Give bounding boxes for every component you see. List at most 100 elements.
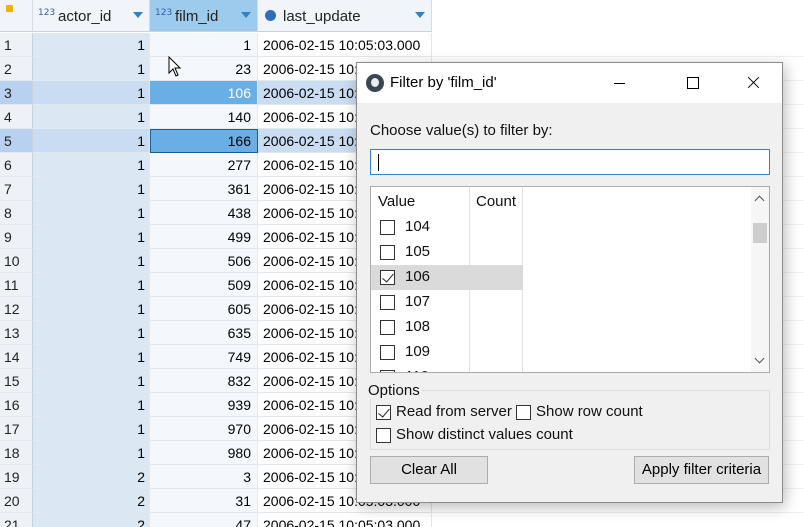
scroll-down-icon[interactable] xyxy=(754,353,765,364)
count-column-header[interactable]: Count xyxy=(476,193,516,210)
row-number[interactable]: 13 xyxy=(0,321,33,345)
checkbox-box[interactable] xyxy=(516,405,531,420)
row-number[interactable]: 21 xyxy=(0,513,33,527)
list-item[interactable]: 110 xyxy=(371,365,523,372)
cell-film-id[interactable]: 106 xyxy=(150,81,258,105)
list-item[interactable]: 107 xyxy=(371,290,523,315)
cell-last-update[interactable]: 2006-02-15 10:05:03.000 xyxy=(258,513,432,527)
cell-film-id[interactable]: 166 xyxy=(150,129,258,153)
cell-actor-id[interactable]: 1 xyxy=(33,81,150,105)
cell-film-id[interactable]: 749 xyxy=(150,345,258,369)
cell-film-id[interactable]: 31 xyxy=(150,489,258,513)
show-distinct-values-checkbox[interactable]: Show distinct values count xyxy=(376,426,596,446)
scroll-thumb[interactable] xyxy=(753,223,767,243)
maximize-button[interactable] xyxy=(671,63,717,103)
cell-actor-id[interactable]: 1 xyxy=(33,441,150,465)
cell-actor-id[interactable]: 1 xyxy=(33,225,150,249)
row-number[interactable]: 9 xyxy=(0,225,33,249)
list-item[interactable]: 105 xyxy=(371,240,523,265)
cell-film-id[interactable]: 277 xyxy=(150,153,258,177)
list-item[interactable]: 106 xyxy=(371,265,523,290)
cell-actor-id[interactable]: 2 xyxy=(33,465,150,489)
row-number[interactable]: 2 xyxy=(0,57,33,81)
list-scrollbar[interactable] xyxy=(751,187,769,372)
value-checkbox[interactable] xyxy=(380,320,395,335)
dialog-titlebar[interactable]: Filter by 'film_id' xyxy=(357,63,782,103)
cell-actor-id[interactable]: 2 xyxy=(33,489,150,513)
value-checkbox[interactable] xyxy=(380,295,395,310)
cell-actor-id[interactable]: 1 xyxy=(33,249,150,273)
read-from-server-checkbox[interactable]: Read from server xyxy=(376,403,516,423)
value-column-header[interactable]: Value xyxy=(378,193,415,210)
cell-film-id[interactable]: 3 xyxy=(150,465,258,489)
row-number[interactable]: 18 xyxy=(0,441,33,465)
cell-actor-id[interactable]: 1 xyxy=(33,57,150,81)
cell-actor-id[interactable]: 1 xyxy=(33,201,150,225)
cell-actor-id[interactable]: 1 xyxy=(33,345,150,369)
row-number[interactable]: 14 xyxy=(0,345,33,369)
row-number[interactable]: 7 xyxy=(0,177,33,201)
cell-actor-id[interactable]: 1 xyxy=(33,273,150,297)
column-header-actor-id[interactable]: 123 actor_id xyxy=(33,0,150,32)
cell-actor-id[interactable]: 1 xyxy=(33,177,150,201)
cell-actor-id[interactable]: 1 xyxy=(33,105,150,129)
value-checkbox[interactable] xyxy=(380,220,395,235)
cell-actor-id[interactable]: 1 xyxy=(33,321,150,345)
clear-all-button[interactable]: Clear All xyxy=(370,456,488,484)
cell-actor-id[interactable]: 1 xyxy=(33,369,150,393)
cell-film-id[interactable]: 140 xyxy=(150,105,258,129)
cell-film-id[interactable]: 832 xyxy=(150,369,258,393)
checkbox-box[interactable] xyxy=(376,405,391,420)
cell-film-id[interactable]: 509 xyxy=(150,273,258,297)
close-button[interactable] xyxy=(731,63,777,103)
row-number[interactable]: 1 xyxy=(0,33,33,57)
row-number[interactable]: 4 xyxy=(0,105,33,129)
row-number[interactable]: 16 xyxy=(0,393,33,417)
apply-filter-button[interactable]: Apply filter criteria xyxy=(634,456,769,484)
cell-film-id[interactable]: 361 xyxy=(150,177,258,201)
cell-film-id[interactable]: 506 xyxy=(150,249,258,273)
row-number[interactable]: 19 xyxy=(0,465,33,489)
value-list[interactable]: Value Count 104 105 106 107 108 109 110 xyxy=(370,186,770,373)
table-row[interactable]: 21 2 47 2006-02-15 10:05:03.000 xyxy=(0,513,432,527)
cell-last-update[interactable]: 2006-02-15 10:05:03.000 xyxy=(258,33,432,57)
cell-film-id[interactable]: 438 xyxy=(150,201,258,225)
cell-film-id[interactable]: 605 xyxy=(150,297,258,321)
row-number[interactable]: 11 xyxy=(0,273,33,297)
sort-dropdown-icon[interactable] xyxy=(241,12,251,18)
column-header-film-id[interactable]: 123 film_id xyxy=(150,0,258,32)
cell-actor-id[interactable]: 2 xyxy=(33,513,150,527)
cell-actor-id[interactable]: 1 xyxy=(33,129,150,153)
row-number[interactable]: 6 xyxy=(0,153,33,177)
table-row[interactable]: 1 1 1 2006-02-15 10:05:03.000 xyxy=(0,33,432,57)
show-row-count-checkbox[interactable]: Show row count xyxy=(516,403,656,423)
row-number[interactable]: 5 xyxy=(0,129,33,153)
cell-film-id[interactable]: 1 xyxy=(150,33,258,57)
cell-film-id[interactable]: 980 xyxy=(150,441,258,465)
cell-actor-id[interactable]: 1 xyxy=(33,33,150,57)
cell-film-id[interactable]: 47 xyxy=(150,513,258,527)
row-number[interactable]: 17 xyxy=(0,417,33,441)
grid-corner[interactable] xyxy=(0,0,33,32)
list-item[interactable]: 109 xyxy=(371,340,523,365)
column-header-last-update[interactable]: last_update xyxy=(258,0,432,32)
row-number[interactable]: 8 xyxy=(0,201,33,225)
value-checkbox[interactable] xyxy=(380,270,395,285)
cell-film-id[interactable]: 499 xyxy=(150,225,258,249)
cell-actor-id[interactable]: 1 xyxy=(33,297,150,321)
row-number[interactable]: 12 xyxy=(0,297,33,321)
row-number[interactable]: 15 xyxy=(0,369,33,393)
row-number[interactable]: 3 xyxy=(0,81,33,105)
cell-film-id[interactable]: 970 xyxy=(150,417,258,441)
list-item[interactable]: 108 xyxy=(371,315,523,340)
list-item[interactable]: 104 xyxy=(371,215,523,240)
cell-film-id[interactable]: 23 xyxy=(150,57,258,81)
minimize-button[interactable] xyxy=(597,63,643,103)
cell-film-id[interactable]: 635 xyxy=(150,321,258,345)
cell-actor-id[interactable]: 1 xyxy=(33,417,150,441)
scroll-up-icon[interactable] xyxy=(754,195,765,206)
cell-film-id[interactable]: 939 xyxy=(150,393,258,417)
sort-dropdown-icon[interactable] xyxy=(415,12,425,18)
value-checkbox[interactable] xyxy=(380,370,395,372)
cell-actor-id[interactable]: 1 xyxy=(33,393,150,417)
